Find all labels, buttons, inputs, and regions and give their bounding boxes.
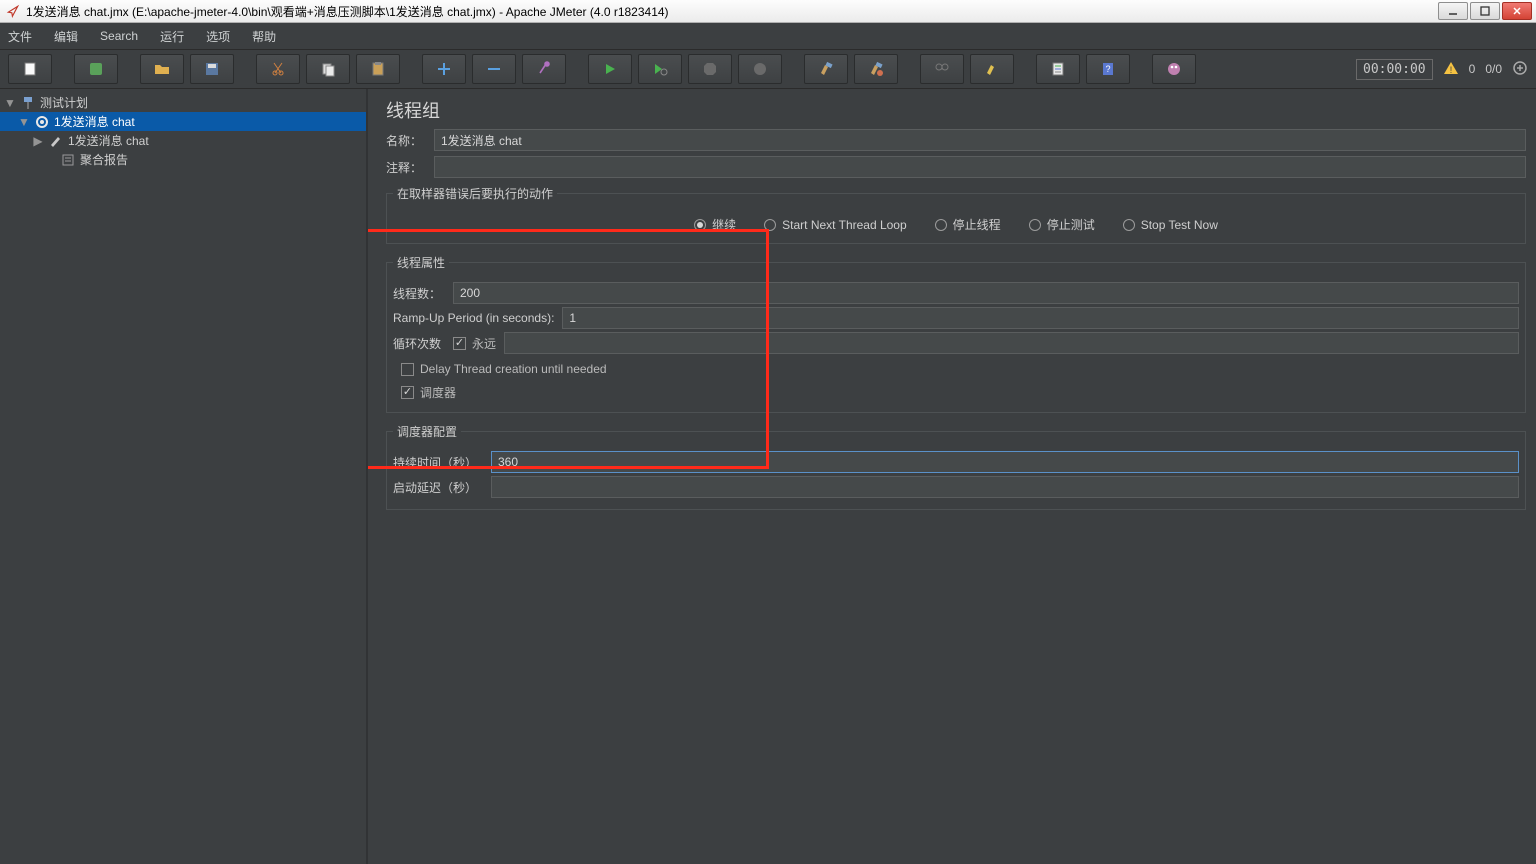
start-button[interactable] bbox=[588, 54, 632, 84]
maximize-button[interactable] bbox=[1470, 2, 1500, 20]
collapse-panel-icon[interactable] bbox=[1512, 60, 1528, 79]
tree-report[interactable]: 聚合报告 bbox=[0, 150, 366, 169]
menu-search[interactable]: Search bbox=[100, 29, 138, 43]
expand-icon[interactable]: ▼ bbox=[18, 115, 30, 129]
duration-label: 持续时间（秒） bbox=[393, 454, 483, 471]
expand-button[interactable] bbox=[422, 54, 466, 84]
name-label: 名称： bbox=[386, 132, 426, 149]
tree-label: 1发送消息 chat bbox=[68, 132, 149, 149]
clear-button[interactable] bbox=[804, 54, 848, 84]
forever-label: 永远 bbox=[472, 335, 496, 352]
save-button[interactable] bbox=[190, 54, 234, 84]
comment-input[interactable] bbox=[434, 156, 1526, 178]
ramp-label: Ramp-Up Period (in seconds): bbox=[393, 311, 554, 325]
test-tree[interactable]: ▼ 测试计划 ▼ 1发送消息 chat ▶ 1发送消息 chat 聚合报告 bbox=[0, 89, 368, 864]
warning-count: 0 bbox=[1469, 62, 1476, 76]
reset-search-button[interactable] bbox=[970, 54, 1014, 84]
report-icon bbox=[60, 152, 76, 168]
scheduler-config-legend: 调度器配置 bbox=[393, 423, 461, 440]
tree-root[interactable]: ▼ 测试计划 bbox=[0, 93, 366, 112]
toolbar: ? 00:00:00 ! 0 0/0 bbox=[0, 49, 1536, 89]
ramp-input[interactable] bbox=[562, 307, 1519, 329]
tree-threadgroup[interactable]: ▼ 1发送消息 chat bbox=[0, 112, 366, 131]
elapsed-timer: 00:00:00 bbox=[1356, 59, 1433, 80]
clear-all-button[interactable] bbox=[854, 54, 898, 84]
expand-icon[interactable]: ▼ bbox=[4, 96, 16, 110]
delay-checkbox[interactable] bbox=[401, 363, 414, 376]
svg-text:!: ! bbox=[1449, 65, 1452, 75]
tree-label: 1发送消息 chat bbox=[54, 113, 135, 130]
tree-sampler[interactable]: ▶ 1发送消息 chat bbox=[0, 131, 366, 150]
menu-help[interactable]: 帮助 bbox=[252, 28, 276, 45]
loop-label: 循环次数 bbox=[393, 335, 445, 352]
menu-run[interactable]: 运行 bbox=[160, 28, 184, 45]
threads-input[interactable] bbox=[453, 282, 1519, 304]
help-button[interactable]: ? bbox=[1086, 54, 1130, 84]
stop-button[interactable] bbox=[688, 54, 732, 84]
delay-label: Delay Thread creation until needed bbox=[420, 362, 607, 376]
startup-delay-label: 启动延迟（秒） bbox=[393, 479, 483, 496]
panel-title: 线程组 bbox=[386, 97, 1526, 123]
tree-label: 测试计划 bbox=[40, 94, 88, 111]
thread-props-group: 线程属性 线程数： Ramp-Up Period (in seconds): 循… bbox=[386, 254, 1526, 413]
menubar: 文件 编辑 Search 运行 选项 帮助 bbox=[0, 23, 1536, 49]
window-titlebar: 1发送消息 chat.jmx (E:\apache-jmeter-4.0\bin… bbox=[0, 0, 1536, 23]
radio-stop-now[interactable]: Stop Test Now bbox=[1123, 216, 1218, 233]
comment-label: 注释： bbox=[386, 159, 426, 176]
function-helper-button[interactable] bbox=[1036, 54, 1080, 84]
radio-continue[interactable]: 继续 bbox=[694, 216, 736, 233]
open-button[interactable] bbox=[140, 54, 184, 84]
jmeter-icon bbox=[6, 4, 20, 18]
window-title: 1发送消息 chat.jmx (E:\apache-jmeter-4.0\bin… bbox=[26, 3, 1438, 20]
collapse-button[interactable] bbox=[472, 54, 516, 84]
error-action-group: 在取样器错误后要执行的动作 继续 Start Next Thread Loop … bbox=[386, 185, 1526, 244]
menu-options[interactable]: 选项 bbox=[206, 28, 230, 45]
search-tree-button[interactable] bbox=[920, 54, 964, 84]
shutdown-button[interactable] bbox=[738, 54, 782, 84]
content-panel: 线程组 名称： 注释： 在取样器错误后要执行的动作 继续 Start Next … bbox=[368, 89, 1536, 864]
radio-stop-test[interactable]: 停止测试 bbox=[1029, 216, 1095, 233]
templates-button[interactable] bbox=[74, 54, 118, 84]
close-button[interactable] bbox=[1502, 2, 1532, 20]
paste-button[interactable] bbox=[356, 54, 400, 84]
svg-text:?: ? bbox=[1105, 64, 1110, 74]
testplan-icon bbox=[20, 95, 36, 111]
main-split: ▼ 测试计划 ▼ 1发送消息 chat ▶ 1发送消息 chat 聚合报告 线程… bbox=[0, 89, 1536, 864]
expand-icon[interactable]: ▶ bbox=[32, 134, 44, 148]
name-input[interactable] bbox=[434, 129, 1526, 151]
menu-file[interactable]: 文件 bbox=[8, 28, 32, 45]
radio-stop-thread[interactable]: 停止线程 bbox=[935, 216, 1001, 233]
thread-props-legend: 线程属性 bbox=[393, 254, 449, 271]
startup-delay-input[interactable] bbox=[491, 476, 1519, 498]
minimize-button[interactable] bbox=[1438, 2, 1468, 20]
scheduler-checkbox[interactable] bbox=[401, 386, 414, 399]
radio-start-next[interactable]: Start Next Thread Loop bbox=[764, 216, 907, 233]
duration-input[interactable] bbox=[491, 451, 1519, 473]
tree-label: 聚合报告 bbox=[80, 151, 128, 168]
scheduler-label: 调度器 bbox=[420, 384, 456, 401]
threads-label: 线程数： bbox=[393, 285, 445, 302]
active-threads: 0/0 bbox=[1485, 62, 1502, 76]
toggle-button[interactable] bbox=[522, 54, 566, 84]
gear-icon bbox=[34, 114, 50, 130]
sampler-icon bbox=[48, 133, 64, 149]
copy-button[interactable] bbox=[306, 54, 350, 84]
warning-icon[interactable]: ! bbox=[1443, 60, 1459, 79]
scheduler-config-group: 调度器配置 持续时间（秒） 启动延迟（秒） bbox=[386, 423, 1526, 510]
new-button[interactable] bbox=[8, 54, 52, 84]
cut-button[interactable] bbox=[256, 54, 300, 84]
loop-input[interactable] bbox=[504, 332, 1519, 354]
start-no-timers-button[interactable] bbox=[638, 54, 682, 84]
menu-edit[interactable]: 编辑 bbox=[54, 28, 78, 45]
error-action-legend: 在取样器错误后要执行的动作 bbox=[393, 185, 557, 202]
forever-checkbox[interactable] bbox=[453, 337, 466, 350]
themes-button[interactable] bbox=[1152, 54, 1196, 84]
